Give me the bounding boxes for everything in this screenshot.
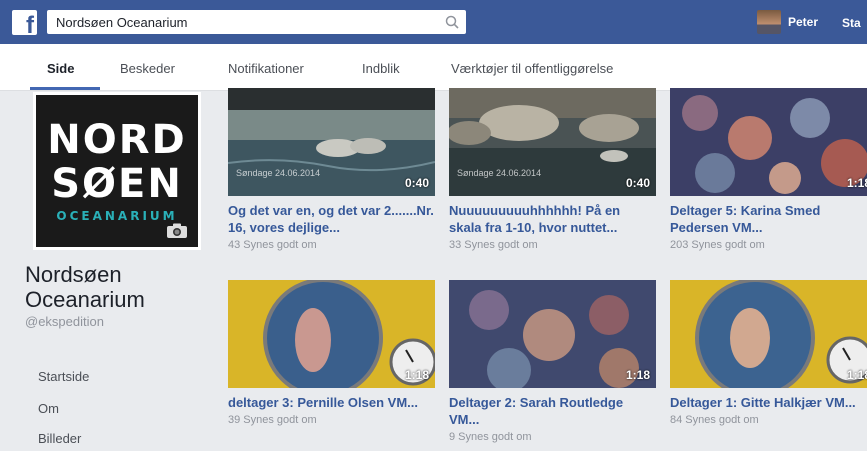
video-timestamp: Søndage 24.06.2014 <box>236 168 321 178</box>
video-likes: 33 Synes godt om <box>449 239 538 251</box>
tab-side[interactable]: Side <box>47 61 74 76</box>
sidebar-item-billeder[interactable]: Billeder <box>38 431 81 446</box>
video-thumbnail[interactable]: Søndage 24.06.2014 0:40 <box>449 88 656 196</box>
tab-notifikationer[interactable]: Notifikationer <box>228 61 304 76</box>
video-card[interactable]: 1:18 Deltager 1: Gitte Halkjær VM... 84 … <box>670 280 867 426</box>
video-title[interactable]: Deltager 1: Gitte Halkjær VM... <box>670 394 867 411</box>
video-duration: 1:18 <box>846 368 867 382</box>
home-link[interactable]: Sta <box>842 16 861 30</box>
avatar <box>757 10 781 34</box>
video-thumbnail[interactable]: 1:18 <box>228 280 435 388</box>
tab-publishing-tools[interactable]: Værktøjer til offentliggørelse <box>451 61 613 76</box>
profile-picture[interactable]: NORD SØEN OCEANARIUM <box>33 92 201 250</box>
video-thumbnail[interactable]: 1:18 <box>670 280 867 388</box>
logo-text-line3: OCEANARIUM <box>56 209 178 223</box>
diver-porthole-image <box>670 280 867 388</box>
logo-text-line2: SØEN <box>51 161 183 207</box>
video-title[interactable]: Og det var en, og det var 2.......Nr. 16… <box>228 202 435 236</box>
video-likes: 39 Synes godt om <box>228 414 317 426</box>
video-likes: 9 Synes godt om <box>449 431 532 443</box>
video-title[interactable]: Nuuuuuuuuuhhhhhh! På en skala fra 1-10, … <box>449 202 656 236</box>
video-card[interactable]: Søndage 24.06.2014 0:40 Nuuuuuuuuuhhhhhh… <box>449 88 656 251</box>
reef-tank-image <box>670 88 867 196</box>
tab-beskeder[interactable]: Beskeder <box>120 61 175 76</box>
video-duration: 1:18 <box>625 368 650 382</box>
active-tab-indicator <box>30 87 100 90</box>
page-handle[interactable]: @ekspedition <box>25 314 104 329</box>
search-value: Nordsøen Oceanarium <box>56 15 188 30</box>
video-timestamp: Søndage 24.06.2014 <box>457 168 542 178</box>
sidebar-item-om[interactable]: Om <box>38 401 59 416</box>
video-thumbnail[interactable]: 1:18 <box>670 88 867 196</box>
logo-text-line1: NORD <box>47 117 187 163</box>
video-duration: 0:40 <box>404 176 429 190</box>
diver-porthole-image <box>228 280 435 388</box>
video-thumbnail[interactable]: 1:18 <box>449 280 656 388</box>
reef-tank-image <box>449 280 656 388</box>
video-card[interactable]: 1:18 deltager 3: Pernille Olsen VM... 39… <box>228 280 435 426</box>
video-likes: 84 Synes godt om <box>670 414 759 426</box>
search-input[interactable]: Nordsøen Oceanarium <box>47 10 466 34</box>
tab-indblik[interactable]: Indblik <box>362 61 400 76</box>
top-bar: f Nordsøen Oceanarium Peter Sta <box>0 0 867 44</box>
page-tab-bar: Side Beskeder Notifikationer Indblik Vær… <box>0 44 867 91</box>
video-likes: 43 Synes godt om <box>228 239 317 251</box>
facebook-logo-icon[interactable]: f <box>12 10 37 38</box>
video-duration: 1:18 <box>846 176 867 190</box>
video-title[interactable]: Deltager 2: Sarah Routledge VM... <box>449 394 656 428</box>
rocks-pool-image <box>449 88 656 196</box>
video-likes: 203 Synes godt om <box>670 239 765 251</box>
user-profile-link[interactable]: Peter <box>757 9 818 35</box>
camera-icon[interactable] <box>166 223 188 239</box>
page-title: Nordsøen Oceanarium <box>25 262 145 312</box>
user-name: Peter <box>788 15 819 29</box>
video-duration: 0:40 <box>625 176 650 190</box>
video-title[interactable]: deltager 3: Pernille Olsen VM... <box>228 394 435 411</box>
seal-pool-image <box>228 88 435 196</box>
sidebar-item-startside[interactable]: Startside <box>38 369 89 384</box>
video-thumbnail[interactable]: Søndage 24.06.2014 0:40 <box>228 88 435 196</box>
video-card[interactable]: Søndage 24.06.2014 0:40 Og det var en, o… <box>228 88 435 251</box>
video-duration: 1:18 <box>404 368 429 382</box>
search-icon[interactable] <box>444 14 460 30</box>
video-card[interactable]: 1:18 Deltager 5: Karina Smed Pedersen VM… <box>670 88 867 251</box>
video-card[interactable]: 1:18 Deltager 2: Sarah Routledge VM... 9… <box>449 280 656 443</box>
video-title[interactable]: Deltager 5: Karina Smed Pedersen VM... <box>670 202 867 236</box>
